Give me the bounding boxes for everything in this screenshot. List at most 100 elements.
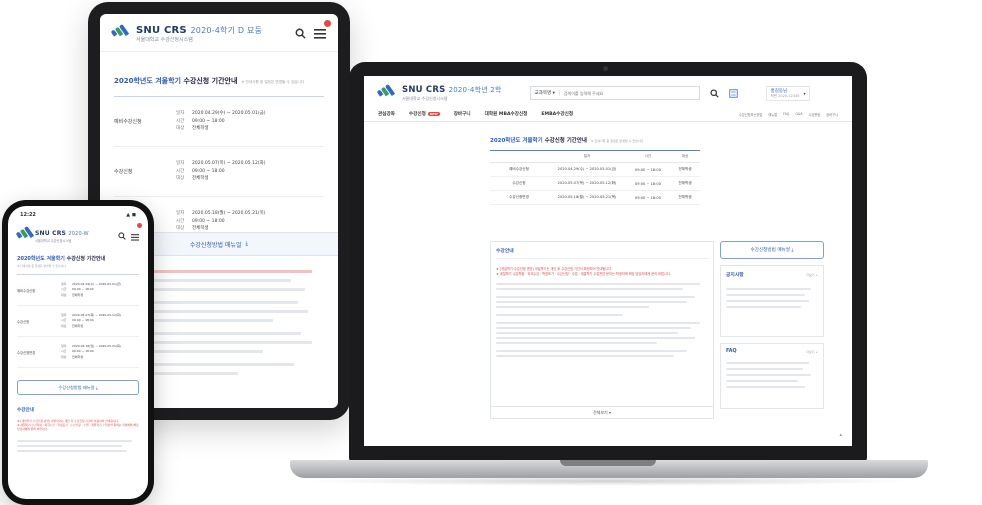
period-title-main: 수강신청 기간안내 xyxy=(66,256,106,262)
nav-item[interactable]: EMBA수강신청 xyxy=(541,111,573,117)
brand-name: SNU CRS xyxy=(402,85,446,95)
schedule-target: 대상 전체학생 xyxy=(61,355,121,360)
menu-button[interactable] xyxy=(131,223,142,245)
brand-year: 2020-4학기 D 묘둥 xyxy=(190,25,263,35)
phone-status-bar: 12:22 ▲ ◼ xyxy=(8,206,148,218)
schedule-target: 대상 전체학생 xyxy=(61,293,121,298)
guide-panel: 수강안내 ★ [개설학기 수강신청 관련] 개설학기는 개인 후 수강신청 기간… xyxy=(490,241,714,419)
nav-item[interactable]: 대학원 MBA수강신청 xyxy=(485,111,528,117)
table-cell-target: 전체학생 xyxy=(678,195,692,199)
phone-logo[interactable]: SNU CRS 2020-W 서울대학교 수강신청시스템 xyxy=(15,225,89,243)
device-mockup-stage: SNU CRS 2020-4학기 D 묘둥 서울대학교 수강신청시스템 2020… xyxy=(0,0,982,505)
brand-year: 2020-W xyxy=(68,230,89,237)
schedule-details: 일자 2020.04.29(수) ~ 2020.05.01(금) 시간 09:00 ~… xyxy=(61,282,121,297)
schedule-row: 예비수강신청 일자 2020.04.29(수) ~ 2020.05.01(금) 시간 0… xyxy=(17,275,139,306)
faq-more-link[interactable]: 더보기 + xyxy=(806,350,818,354)
schedule-date: 일자 2020.05.07(목) ~ 2020.05.12(화) xyxy=(176,160,265,168)
laptop-device: SNU CRS 2020-4학년 2학 서울대학교 수강신청시스템 교과목명 ▾… xyxy=(349,62,867,462)
utility-link[interactable]: 수강편람 xyxy=(809,112,821,117)
brand-subtitle: 서울대학교 수강신청시스템 xyxy=(136,37,193,43)
more-button[interactable]: 전체보기 ▾ xyxy=(491,406,713,418)
notice-more-link[interactable]: 더보기 + xyxy=(806,273,818,277)
snu-logo-icon xyxy=(15,225,35,239)
tablet-logo[interactable]: SNU CRS 2020-4학기 D 묘둥 서울대학교 수강신청시스템 xyxy=(110,23,263,43)
schedule-row: 예비수강신청 일자 2020.04.29(수) ~ 2020.05.01(금) 시간 0… xyxy=(114,97,324,147)
phone-header: SNU CRS 2020-W 서울대학교 수강신청시스템 xyxy=(8,218,148,249)
schedule-details: 일자 2020.05.07(목) ~ 2020.05.12(화) 시간 09:00 ~… xyxy=(61,313,121,328)
download-manual-button[interactable]: 수강신청방법 매뉴얼 ⤓ xyxy=(720,241,824,259)
faq-title: FAQ xyxy=(726,349,737,354)
value: 09:00 ~ 18:00 xyxy=(192,118,225,124)
tablet-header: SNU CRS 2020-4학기 D 묘둥 서울대학교 수강신청시스템 xyxy=(100,14,338,52)
table-cell-name: 예비수강신청 xyxy=(509,167,529,171)
nav-label: 관심강좌 xyxy=(378,112,395,117)
schedule-row: 수강신청 일자 2020.05.07(목) ~ 2020.05.12(화) 시간 09:… xyxy=(17,306,139,337)
nav-label: 장바구니 xyxy=(453,112,471,117)
nav-label: EMBA수강신청 xyxy=(541,112,574,117)
schedule-target: 대상 전체학생 xyxy=(176,125,265,133)
value: 2020.05.07(목) ~ 2020.05.12(화) xyxy=(192,160,266,166)
schedule-name: 수강신청변경 xyxy=(17,350,36,355)
notification-dot xyxy=(324,20,331,27)
schedule-name: 수강신청 xyxy=(114,169,133,175)
schedule-details: 일자 2020.04.29(수) ~ 2020.05.01(금) 시간 09:00 ~… xyxy=(176,110,265,134)
schedule-name: 예비수강신청 xyxy=(17,288,36,293)
period-title-main: 수강신청 기간안내 xyxy=(544,138,587,144)
guide-notice-2: ★ 계절학기 수강학점 · 외국수강 · 학점포기 · 수강신청 · 수업 · … xyxy=(496,271,671,276)
schedule-time: 시간 09:00 ~ 18:00 xyxy=(176,218,265,226)
table-cell-time: 09:00 ~ 18:00 xyxy=(634,195,661,200)
menu-icon xyxy=(131,234,139,241)
phone-screen: 12:22 ▲ ◼ SNU CRS 2020-W 서울대학교 수강신청시스템 2… xyxy=(8,206,148,499)
search-input[interactable] xyxy=(559,90,699,96)
brand-name: SNU CRS xyxy=(35,229,67,237)
period-heading: 2020학년도 겨울학기 수강신청 기간안내 ※ 안내사항 중 일정은 변경될 … xyxy=(114,76,324,86)
snu-logo-icon xyxy=(376,83,398,97)
search-icon[interactable] xyxy=(710,88,719,98)
search-icon[interactable] xyxy=(118,231,126,240)
download-label: 수강신청방법 매뉴얼 xyxy=(750,248,791,253)
user-id: 학번 2020-12345 xyxy=(770,93,800,98)
nav-item[interactable]: 관심강좌 xyxy=(378,111,395,117)
nav-item[interactable]: 장바구니 xyxy=(454,111,471,117)
utility-link[interactable]: 수강신청하는방법 xyxy=(739,112,762,117)
filter-icon[interactable] xyxy=(728,88,738,98)
laptop-logo[interactable]: SNU CRS 2020-4학년 2학 서울대학교 수강신청시스템 xyxy=(376,83,502,102)
download-manual-button[interactable]: 수강신청방법 매뉴얼 ⤓ xyxy=(17,380,139,395)
new-badge: NEW xyxy=(427,112,440,116)
scroll-top-icon[interactable]: ▴ xyxy=(839,432,842,438)
snu-logo-icon xyxy=(110,23,132,37)
phone-device: 12:22 ▲ ◼ SNU CRS 2020-W 서울대학교 수강신청시스템 2… xyxy=(2,200,154,505)
notice-title: 공지사항 xyxy=(726,273,744,278)
table-cell-target: 전체학생 xyxy=(678,181,692,185)
table-header-cell: 대상 xyxy=(681,154,689,158)
value: 09:00 ~ 18:00 xyxy=(192,168,225,174)
utility-link[interactable]: Q&A xyxy=(795,112,802,117)
menu-icon xyxy=(314,29,326,39)
menu-button[interactable] xyxy=(314,20,331,43)
search-category-select[interactable]: 교과목명 ▾ xyxy=(531,90,560,96)
right-column: 수강신청방법 매뉴얼 ⤓ 공지사항 더보기 + FAQ 더보기 + xyxy=(720,241,824,409)
brand-year: 2020-4학년 2학 xyxy=(448,86,502,94)
utility-link[interactable]: 장바구니 xyxy=(826,112,838,117)
period-heading: 2020학년도 겨울학기 수강신청 기간안내 xyxy=(17,255,139,262)
label: 시간 xyxy=(176,218,185,224)
search-bar: 교과목명 ▾ xyxy=(529,86,700,100)
search-icon[interactable] xyxy=(295,28,306,39)
nav-label: 대학원 MBA수강신청 xyxy=(484,112,528,117)
value: 전체학생 xyxy=(192,126,209,132)
table-header-cell: 시간 xyxy=(644,154,652,158)
laptop-period: 2020학년도 겨울학기 수강신청 기간안내 ※ 안내사항 중 일정은 변경될 … xyxy=(490,136,700,205)
table-cell-time: 09:00 ~ 18:00 xyxy=(634,167,661,172)
more-label: 전체보기 xyxy=(592,410,608,415)
guide-notice-2: ★ 계절학기 수강학점 · 외국수강 · 학점포기 · 수강신청 · 수업 · … xyxy=(17,423,139,432)
camera-icon xyxy=(603,66,608,71)
nav-item[interactable]: 수강신청 NEW xyxy=(409,111,440,117)
schedule-date: 일자 2020.05.18(월) ~ 2020.05.21(목) xyxy=(176,210,265,218)
label: 대상 xyxy=(176,126,185,132)
chevron-down-icon: ▾ xyxy=(609,410,612,415)
utility-link[interactable]: 매뉴얼 xyxy=(768,112,777,117)
value: 2020.05.18(월) ~ 2020.05.21(목) xyxy=(192,210,266,216)
utility-link[interactable]: FAQ xyxy=(783,112,789,117)
notice-panel: 공지사항 더보기 + xyxy=(720,265,824,337)
user-menu[interactable]: 홍길동님 학번 2020-12345 ▾ xyxy=(765,85,811,101)
